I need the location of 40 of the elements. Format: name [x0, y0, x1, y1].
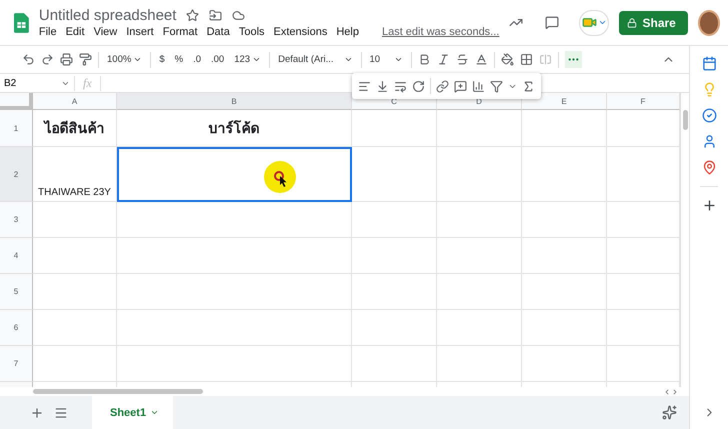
percent-button[interactable]: % [172, 52, 186, 67]
row-header[interactable]: 6 [0, 310, 33, 346]
row-header[interactable]: 1 [0, 110, 33, 147]
column-header[interactable]: E [522, 93, 607, 110]
grid-cell[interactable]: ไอดีสินค้า [33, 110, 117, 147]
font-dropdown[interactable]: Default (Ari... [276, 52, 355, 67]
menu-item[interactable]: Insert [126, 26, 154, 38]
menu-item[interactable]: Format [162, 26, 198, 38]
sheet-tab[interactable]: Sheet1 [92, 396, 174, 429]
row-header[interactable]: 4 [0, 238, 33, 274]
row-header[interactable]: 2 [0, 147, 33, 202]
cell-text: บาร์โค้ด [208, 119, 260, 138]
share-button[interactable]: Share [619, 10, 688, 34]
grid-cell[interactable]: บาร์โค้ด [117, 110, 352, 147]
cell-text: ไอดีสินค้า [44, 119, 104, 138]
column-header[interactable]: A [33, 93, 117, 110]
menu-item[interactable]: Data [206, 26, 230, 38]
decrease-decimal-button[interactable]: .0 [191, 52, 203, 67]
increase-decimal-button[interactable]: .00 [209, 52, 226, 67]
row-header[interactable]: 7 [0, 346, 33, 382]
column-header[interactable]: B [117, 93, 352, 110]
cell-reference[interactable]: B2 [4, 78, 16, 88]
font-size-dropdown[interactable]: 10 [368, 52, 406, 67]
menu-item[interactable]: Tools [238, 26, 265, 38]
row-header[interactable]: 3 [0, 202, 33, 238]
currency-button[interactable]: $ [157, 52, 167, 67]
formula-label: fx [74, 76, 101, 90]
cell-text: THAIWARE 23Y [38, 187, 111, 198]
grid-cell[interactable]: THAIWARE 23Y [33, 147, 117, 202]
last-edit-link[interactable]: Last edit was seconds... [382, 26, 500, 38]
menu-item[interactable]: View [94, 26, 118, 38]
zoom-dropdown[interactable]: 100% [105, 52, 144, 67]
column-header[interactable]: F [607, 93, 680, 110]
document-title[interactable]: Untitled spreadsheet [38, 7, 176, 24]
row-header[interactable]: 5 [0, 274, 33, 310]
menu-item[interactable]: Edit [66, 26, 85, 38]
number-format-dropdown[interactable]: 123 [232, 52, 264, 67]
menu-item[interactable]: File [38, 26, 57, 38]
menu-item[interactable]: Help [336, 26, 359, 38]
menu-item[interactable]: Extensions [274, 26, 328, 38]
